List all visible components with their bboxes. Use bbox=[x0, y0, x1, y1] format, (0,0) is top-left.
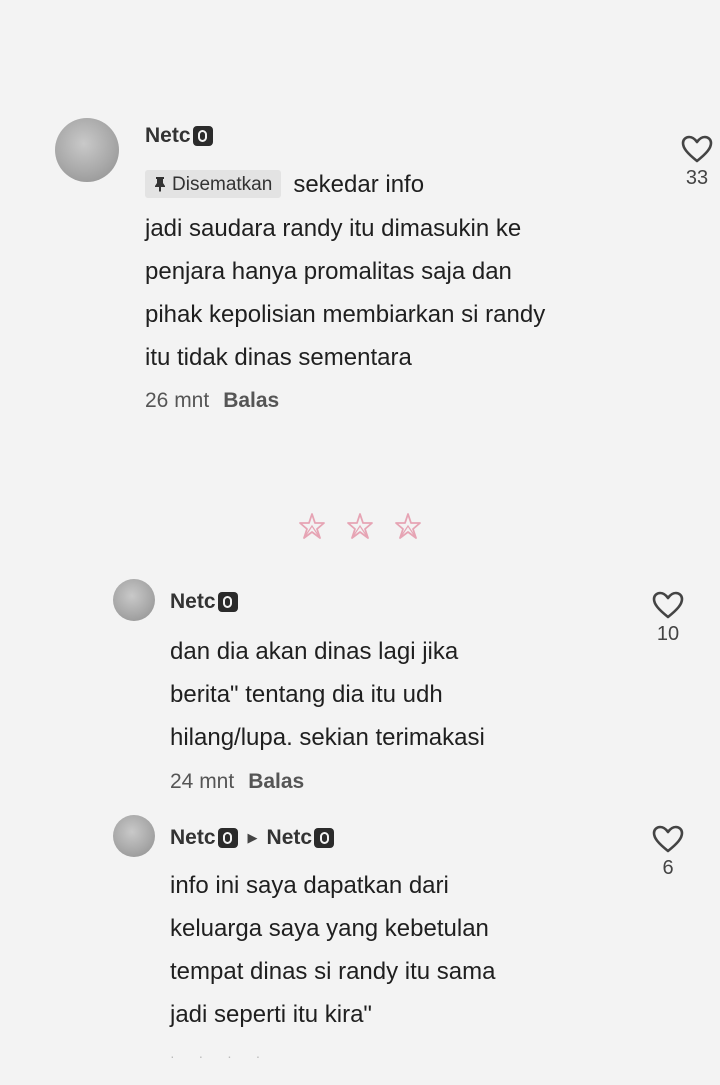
heart-outline-icon bbox=[640, 591, 696, 619]
comment-text-line: penjara hanya promalitas saja dan bbox=[145, 258, 512, 285]
like-count: 10 bbox=[656, 623, 680, 645]
comment-username-row: Netc ▶ Netc bbox=[170, 826, 335, 850]
comment-text-line: hilang/lupa. sekian terimakasi bbox=[170, 724, 485, 751]
like-button[interactable]: 33 bbox=[669, 135, 720, 190]
like-count: 6 bbox=[662, 857, 674, 879]
star-icon bbox=[395, 513, 422, 539]
creator-badge-icon bbox=[192, 126, 213, 146]
creator-badge-icon bbox=[217, 828, 238, 848]
heart-outline-icon bbox=[640, 825, 696, 853]
comment-text-line: jadi seperti itu kira" bbox=[170, 1001, 372, 1028]
reply-button[interactable]: Balas bbox=[223, 389, 279, 412]
star-icon bbox=[298, 513, 325, 539]
like-count: 33 bbox=[685, 167, 709, 189]
comment-first-line-row: Disematkan sekedar info bbox=[145, 163, 424, 206]
comment-text: jadi saudara randy itu dimasukin ke penj… bbox=[145, 207, 545, 379]
comment-username[interactable]: Netc bbox=[145, 124, 213, 148]
comment-text: info ini saya dapatkan dari keluarga say… bbox=[170, 864, 496, 1036]
comment-text-line: info ini saya dapatkan dari bbox=[170, 872, 449, 899]
reply-arrow-icon: ▶ bbox=[247, 830, 258, 845]
comment-text-line: tempat dinas si randy itu sama bbox=[170, 958, 496, 985]
comment-text-line: berita" tentang dia itu udh bbox=[170, 681, 443, 708]
comment-text-line: keluarga saya yang kebetulan bbox=[170, 915, 489, 942]
comment-text-line: jadi saudara randy itu dimasukin ke bbox=[145, 215, 522, 242]
decorative-stars bbox=[0, 512, 720, 545]
like-button[interactable]: 6 bbox=[640, 825, 696, 880]
star-icon bbox=[347, 513, 373, 539]
comment-username[interactable]: Netc bbox=[170, 590, 238, 614]
reply-to-username[interactable]: Netc bbox=[267, 826, 313, 850]
creator-badge-icon bbox=[314, 828, 335, 848]
comment-username[interactable]: Netc bbox=[170, 826, 216, 850]
heart-outline-icon bbox=[669, 135, 720, 163]
comment-text-line: itu tidak dinas sementara bbox=[145, 344, 412, 371]
like-button[interactable]: 10 bbox=[640, 591, 696, 646]
comment-text-line: dan dia akan dinas lagi jika bbox=[170, 638, 459, 665]
comment-meta: 26 mnt Balas bbox=[145, 389, 279, 413]
pinned-label: Disematkan bbox=[145, 170, 282, 198]
comment-text-line: sekedar info bbox=[293, 171, 425, 198]
reply-button[interactable]: Balas bbox=[248, 770, 304, 793]
creator-badge-icon bbox=[217, 592, 238, 612]
comment-meta: 24 mnt Balas bbox=[170, 770, 304, 794]
comment-time: 26 mnt bbox=[145, 389, 210, 412]
avatar[interactable] bbox=[113, 815, 155, 857]
avatar[interactable] bbox=[55, 118, 119, 182]
comment-time: 24 mnt bbox=[170, 770, 235, 793]
comment-text-line: pihak kepolisian membiarkan si randy bbox=[145, 301, 546, 328]
comment-text: dan dia akan dinas lagi jika berita" ten… bbox=[170, 630, 485, 759]
avatar[interactable] bbox=[113, 579, 155, 621]
pin-icon bbox=[154, 176, 166, 192]
cut-off-text: · · · · bbox=[170, 1048, 271, 1064]
